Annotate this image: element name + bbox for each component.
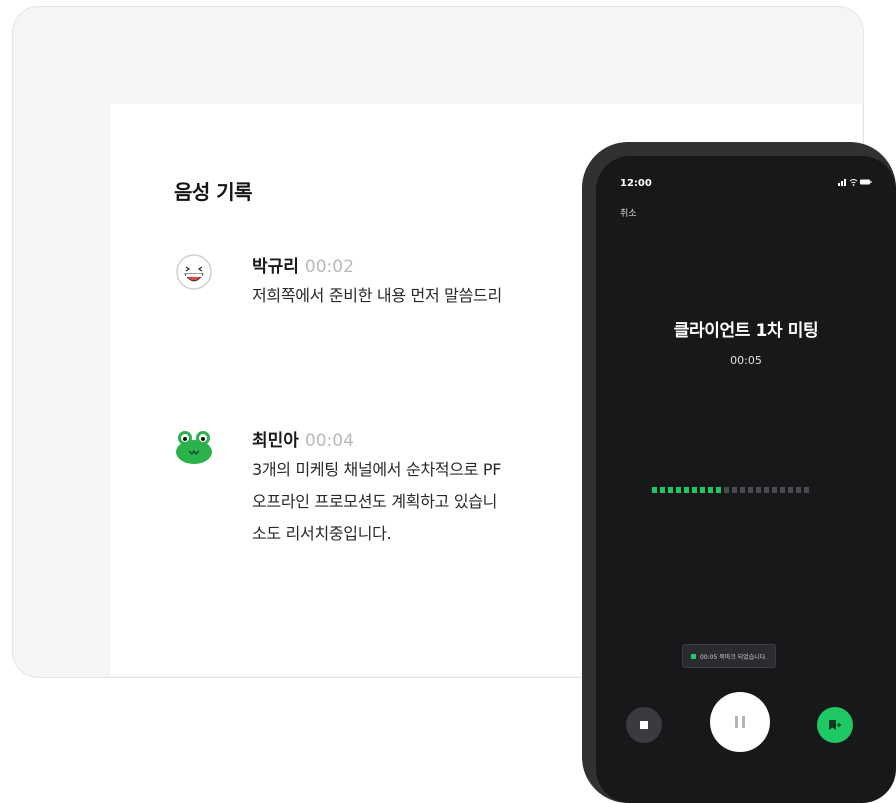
stop-button[interactable]	[626, 707, 662, 743]
bookmark-button[interactable]	[817, 707, 853, 743]
waveform-bar	[748, 487, 753, 493]
meeting-title: 클라이언트 1차 미팅	[673, 321, 819, 341]
waveform-bar	[668, 487, 673, 493]
waveform-bar	[716, 487, 721, 493]
signal-wifi-battery-icons	[838, 178, 872, 189]
section-title: 음성 기록	[174, 180, 253, 204]
waveform-bar	[804, 487, 809, 493]
speaker-name: 박규리	[252, 257, 299, 277]
toast-text: 00:05 북마크 되었습니다.	[700, 653, 768, 661]
cancel-button[interactable]: 취소	[620, 206, 637, 219]
transcript-line: 소도 리서치중입니다.	[252, 524, 392, 543]
waveform-bar	[700, 487, 705, 493]
waveform-bar	[652, 487, 657, 493]
speaker-name: 최민아	[252, 431, 299, 451]
speaker-header: 박규리 00:02	[252, 252, 354, 277]
timestamp: 00:04	[304, 431, 354, 451]
elapsed-time: 00:05	[730, 354, 762, 367]
waveform-bar	[796, 487, 801, 493]
waveform-bar	[724, 487, 729, 493]
green-frog-icon	[174, 426, 214, 466]
waveform-bar	[708, 487, 713, 493]
toast-indicator	[691, 653, 696, 659]
laughing-face-icon	[174, 252, 214, 292]
waveform-bar	[764, 487, 769, 493]
waveform-bar	[684, 487, 689, 493]
transcript-line: 저희쪽에서 준비한 내용 먼저 말씀드리	[252, 286, 502, 305]
audio-waveform	[652, 487, 809, 493]
timestamp: 00:02	[304, 257, 354, 277]
phone-screen: 12:00 취소 클라이언트 1차 미팅 00:05 00:05 북마크 되었습…	[596, 156, 896, 803]
status-time: 12:00	[620, 178, 652, 189]
waveform-bar	[732, 487, 737, 493]
transcript-line: 오프라인 프로모션도 계획하고 있습니	[252, 492, 498, 511]
waveform-bar	[772, 487, 777, 493]
pause-button[interactable]	[710, 692, 770, 752]
transcript-line: 3개의 미케팅 채널에서 순차적으로 PF	[252, 460, 502, 479]
speaker-header: 최민아 00:04	[252, 426, 354, 451]
waveform-bar	[740, 487, 745, 493]
waveform-bar	[692, 487, 697, 493]
waveform-bar	[756, 487, 761, 493]
waveform-bar	[660, 487, 665, 493]
waveform-bar	[780, 487, 785, 493]
stop-icon	[640, 721, 648, 729]
waveform-bar	[676, 487, 681, 493]
pause-icon	[735, 716, 745, 728]
phone-frame: 12:00 취소 클라이언트 1차 미팅 00:05 00:05 북마크 되었습…	[582, 142, 896, 803]
waveform-bar	[788, 487, 793, 493]
bookmark-add-icon	[829, 720, 841, 730]
bookmark-toast: 00:05 북마크 되었습니다.	[682, 644, 777, 668]
